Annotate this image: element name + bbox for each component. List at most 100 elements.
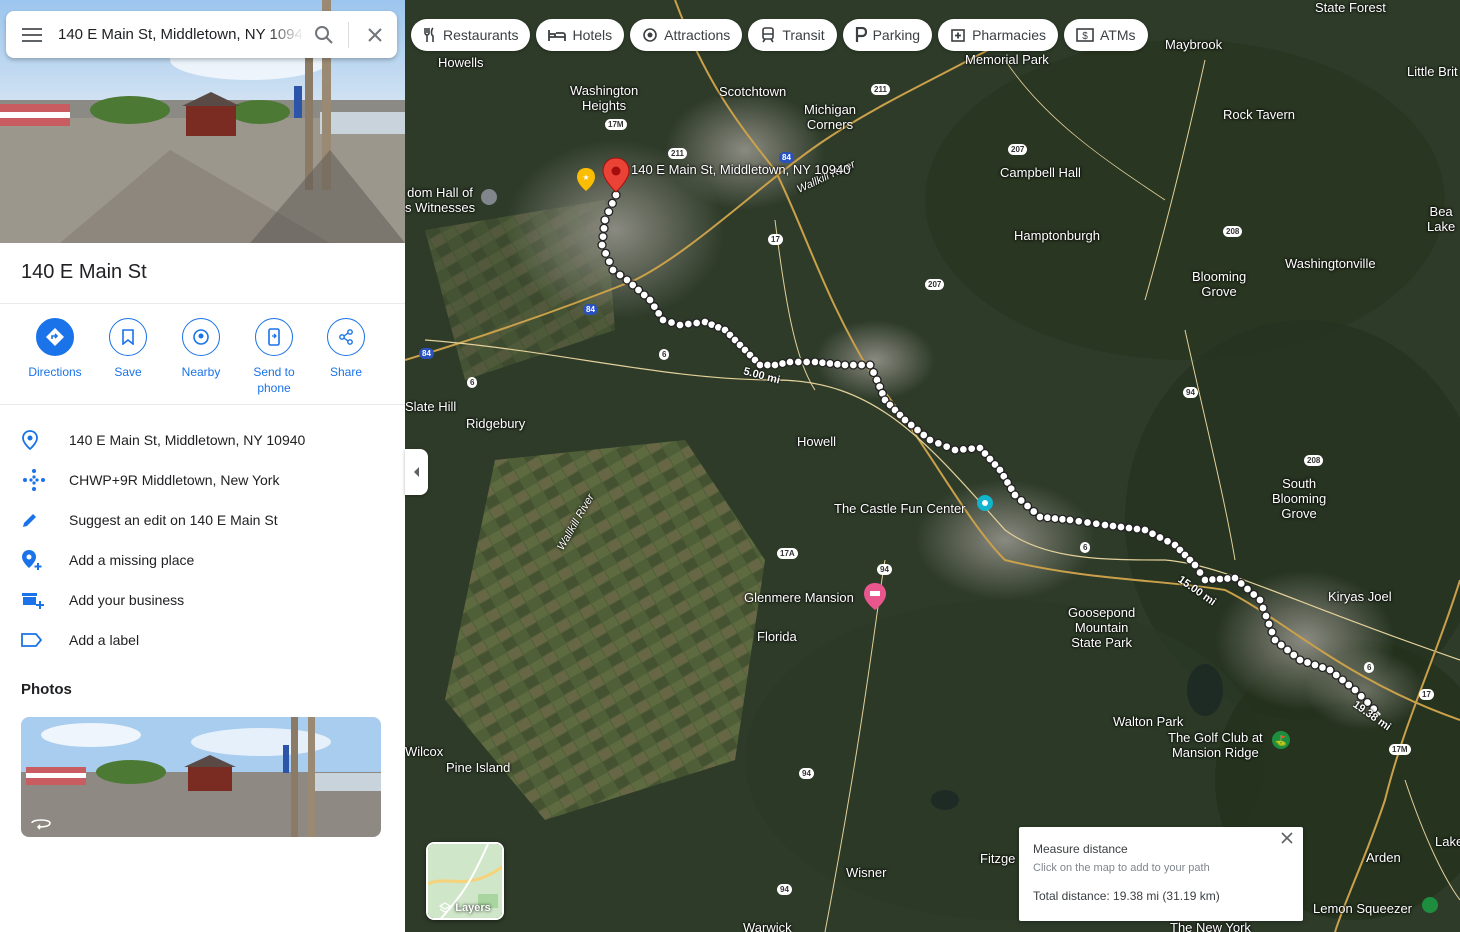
measure-point[interactable]: [1215, 574, 1225, 584]
search-input[interactable]: 140 E Main St, Middletown, NY 10940: [58, 26, 304, 43]
send-to-phone-button[interactable]: Send to phone: [238, 318, 310, 396]
measure-point[interactable]: [597, 240, 607, 250]
measure-point[interactable]: [1264, 619, 1274, 629]
castle-pin-icon[interactable]: [977, 495, 993, 511]
measure-point[interactable]: [604, 257, 614, 267]
measure-point[interactable]: [1258, 603, 1268, 613]
chip-restaurants[interactable]: Restaurants: [411, 19, 531, 51]
measure-point[interactable]: [1190, 560, 1200, 570]
measure-point[interactable]: [683, 319, 693, 329]
clear-search-button[interactable]: [353, 11, 397, 58]
measure-point[interactable]: [1057, 514, 1068, 524]
measure-point[interactable]: [604, 207, 614, 217]
measure-point[interactable]: [785, 357, 795, 367]
measure-point[interactable]: [1261, 611, 1271, 621]
measure-point[interactable]: [925, 435, 935, 445]
measure-point[interactable]: [1035, 512, 1045, 522]
measure-point[interactable]: [942, 442, 952, 452]
measure-point[interactable]: [601, 248, 611, 258]
plus-code-row[interactable]: CHWP+9R Middletown, New York: [0, 460, 405, 500]
park-pin-icon[interactable]: [1422, 897, 1438, 913]
measure-point[interactable]: [967, 444, 977, 454]
measure-point[interactable]: [933, 438, 943, 448]
measure-point[interactable]: [777, 358, 788, 369]
measure-point[interactable]: [1200, 575, 1210, 585]
measure-point[interactable]: [1207, 574, 1218, 585]
measure-point[interactable]: [825, 358, 835, 369]
measure-point[interactable]: [857, 360, 867, 370]
measure-point[interactable]: [675, 320, 685, 330]
measure-point[interactable]: [1222, 573, 1233, 584]
search-button[interactable]: [304, 11, 344, 58]
nearby-button[interactable]: Nearby: [165, 318, 237, 380]
share-button[interactable]: Share: [310, 318, 382, 380]
measure-point[interactable]: [1074, 516, 1084, 526]
measure-point[interactable]: [868, 367, 879, 378]
measure-point[interactable]: [1147, 529, 1158, 539]
measure-point[interactable]: [832, 359, 843, 369]
layers-button[interactable]: Layers: [426, 842, 504, 920]
chip-parking[interactable]: Parking: [842, 19, 933, 51]
measure-point[interactable]: [1155, 532, 1165, 543]
measure-point[interactable]: [1302, 657, 1313, 668]
measure-point[interactable]: [1267, 627, 1277, 637]
measure-point[interactable]: [615, 270, 625, 280]
menu-button[interactable]: [6, 11, 58, 58]
save-button[interactable]: Save: [92, 318, 164, 380]
measure-point[interactable]: [1132, 524, 1142, 534]
suggest-edit-row[interactable]: Suggest an edit on 140 E Main St: [0, 500, 405, 540]
measure-point[interactable]: [1100, 520, 1110, 530]
measure-point[interactable]: [1116, 522, 1126, 532]
golf-pin-icon[interactable]: ⛳: [1272, 731, 1290, 749]
measure-point[interactable]: [1124, 523, 1134, 533]
measure-point[interactable]: [666, 317, 677, 328]
chip-attractions[interactable]: Attractions: [630, 19, 743, 51]
measure-point[interactable]: [600, 215, 610, 225]
measure-point[interactable]: [1065, 515, 1075, 525]
measure-point[interactable]: [1140, 525, 1150, 535]
close-icon[interactable]: [1279, 830, 1295, 846]
measure-point[interactable]: [1195, 567, 1205, 578]
measure-point[interactable]: [607, 198, 617, 208]
add-place-row[interactable]: Add a missing place: [0, 540, 405, 580]
measure-point[interactable]: [1082, 517, 1093, 528]
measure-point[interactable]: [1162, 536, 1173, 546]
star-pin-icon[interactable]: ★: [577, 168, 595, 191]
collapse-panel-button[interactable]: [405, 449, 428, 495]
measure-point[interactable]: [692, 318, 702, 328]
measure-point[interactable]: [1050, 513, 1060, 524]
measure-point[interactable]: [950, 445, 960, 455]
measure-point[interactable]: [1091, 519, 1101, 529]
measure-point[interactable]: [1255, 595, 1265, 605]
location-pin-icon[interactable]: [602, 157, 630, 193]
measure-point[interactable]: [658, 315, 668, 325]
measure-point[interactable]: [1350, 685, 1360, 695]
photo-thumbnail[interactable]: [21, 717, 381, 837]
chip-atms[interactable]: $ ATMs: [1063, 19, 1148, 51]
measure-path[interactable]: ★ ⛳: [405, 0, 1460, 932]
measure-point[interactable]: [865, 360, 875, 370]
measure-point[interactable]: [810, 357, 820, 367]
directions-button[interactable]: Directions: [19, 318, 91, 380]
measure-point[interactable]: [817, 358, 828, 368]
measure-point[interactable]: [793, 357, 803, 367]
measure-point[interactable]: [1295, 655, 1305, 665]
add-business-row[interactable]: Add your business: [0, 580, 405, 620]
measure-point[interactable]: [1042, 513, 1053, 523]
measure-point[interactable]: [1310, 660, 1320, 670]
measure-point[interactable]: [1108, 521, 1118, 531]
measure-point[interactable]: [598, 232, 608, 242]
measure-point[interactable]: [770, 360, 780, 370]
chip-pharmacies[interactable]: Pharmacies: [938, 19, 1058, 51]
chip-hotels[interactable]: Hotels: [536, 19, 625, 51]
address-row[interactable]: 140 E Main St, Middletown, NY 10940: [0, 420, 405, 460]
measure-point[interactable]: [802, 357, 812, 367]
measure-point[interactable]: [762, 360, 773, 370]
hotel-pin-icon[interactable]: [864, 583, 886, 610]
measure-point[interactable]: [848, 360, 858, 370]
jw-pin-icon[interactable]: [481, 189, 497, 205]
add-label-row[interactable]: Add a label: [0, 620, 405, 660]
measure-point[interactable]: [599, 223, 609, 233]
chip-transit[interactable]: Transit: [748, 19, 837, 51]
measure-point[interactable]: [958, 444, 968, 454]
